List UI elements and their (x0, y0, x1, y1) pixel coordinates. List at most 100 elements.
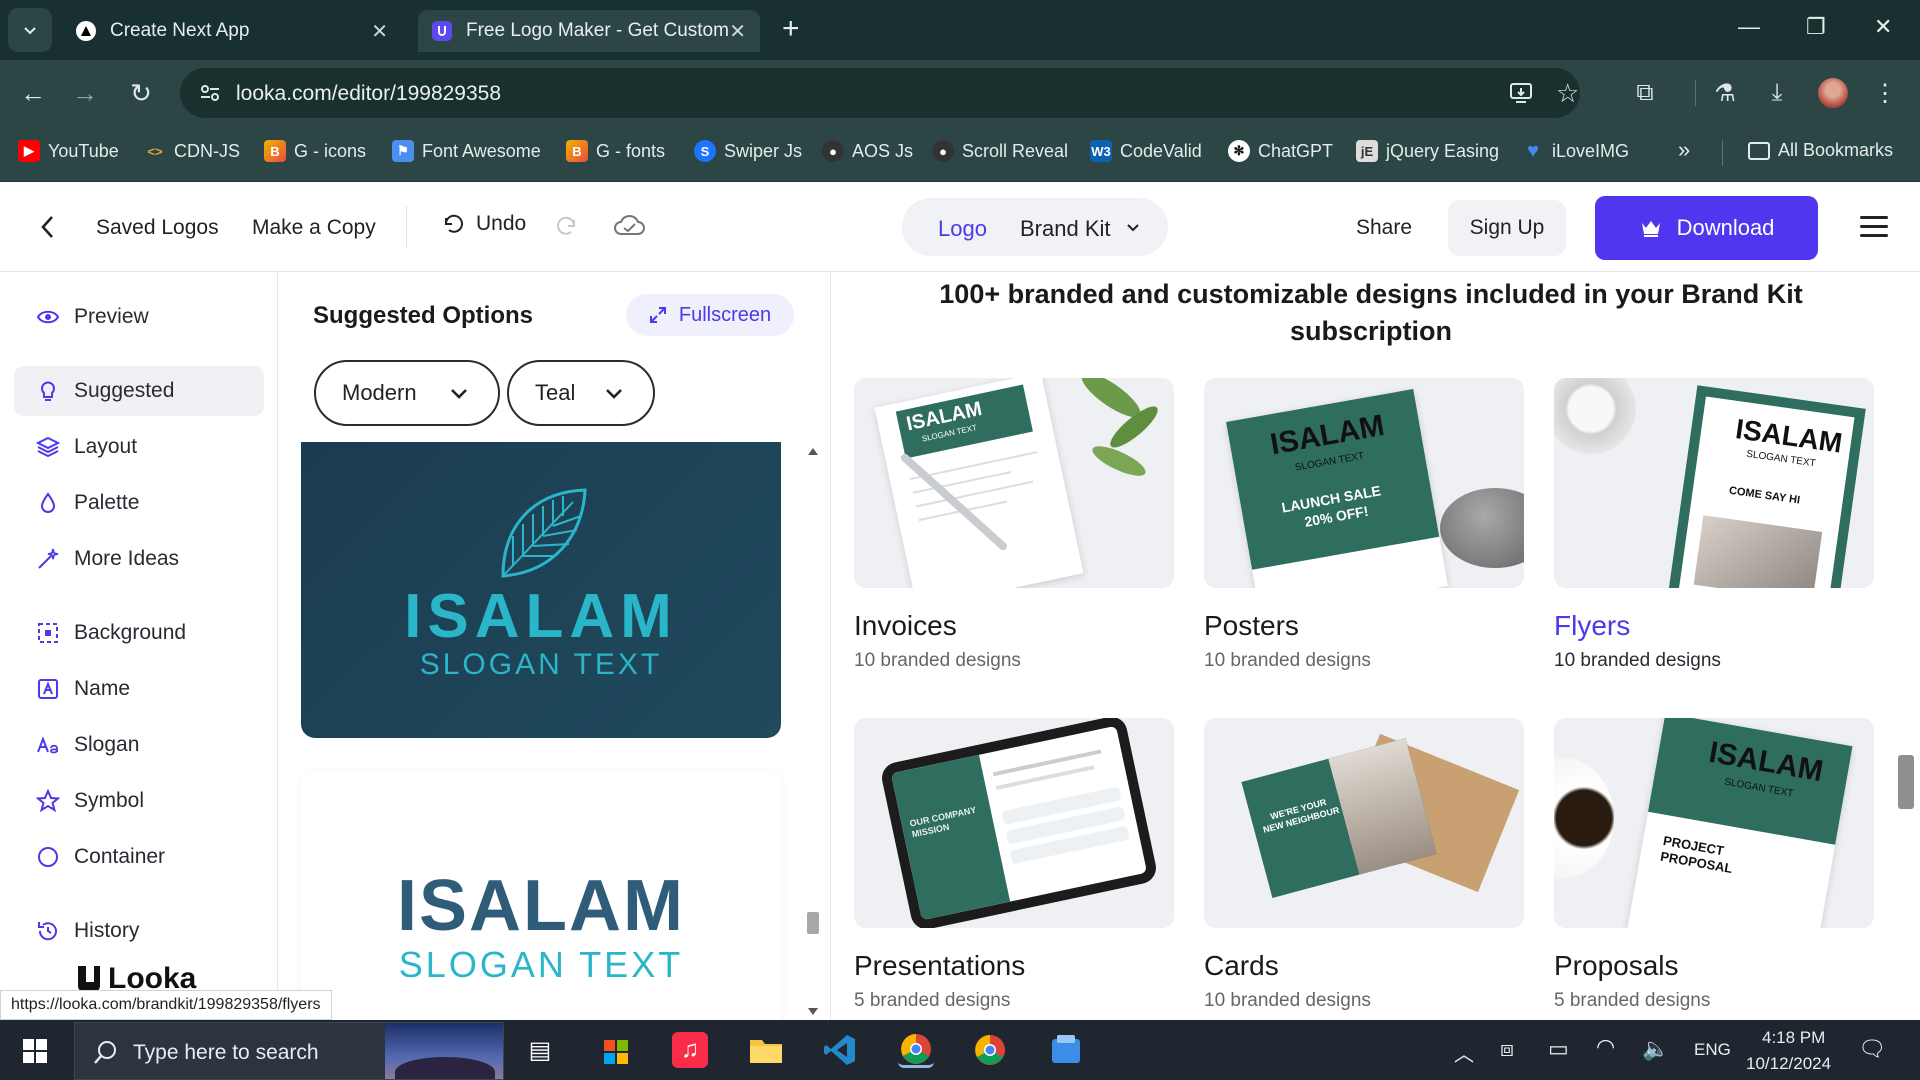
all-bookmarks[interactable]: All Bookmarks (1748, 140, 1893, 161)
tray-chevron-up-icon[interactable]: ︿ (1454, 1038, 1474, 1067)
color-dropdown[interactable]: Teal (507, 360, 655, 426)
clock-date[interactable]: 10/12/2024 (1746, 1054, 1831, 1074)
sidebar-item-history[interactable]: History (14, 906, 264, 956)
sign-up-button[interactable]: Sign Up (1448, 200, 1566, 256)
make-copy-link[interactable]: Make a Copy (252, 216, 376, 240)
site-info-icon[interactable] (198, 81, 222, 105)
minimize-icon[interactable]: — (1738, 14, 1760, 40)
tab-search-button[interactable] (8, 8, 52, 52)
page-scroll-thumb[interactable] (1898, 755, 1914, 809)
close-tab-icon[interactable]: ✕ (371, 19, 388, 44)
sidebar-item-more-ideas[interactable]: More Ideas (14, 534, 264, 584)
tile-title: Flyers (1554, 610, 1631, 641)
scroll-up-icon[interactable] (808, 448, 818, 455)
scroll-down-icon[interactable] (808, 1008, 818, 1015)
install-app-icon[interactable] (1508, 80, 1534, 106)
bookmark-swiper-js[interactable]: S Swiper Js (694, 140, 802, 162)
back-icon[interactable]: ← (18, 78, 48, 108)
folder-icon (1748, 141, 1770, 160)
bookmark-iloveimg[interactable]: ♥ iLoveIMG (1522, 140, 1629, 162)
sidebar-item-container[interactable]: Container (14, 832, 264, 882)
bookmark-font-awesome[interactable]: ⚑ Font Awesome (392, 140, 541, 162)
panel-scrollbar[interactable] (803, 442, 823, 1020)
redo-icon[interactable] (556, 214, 580, 238)
tile-proposals[interactable]: ISALAM SLOGAN TEXT PROJECT PROPOSAL Prop… (1554, 718, 1874, 1012)
download-button[interactable]: Download (1595, 196, 1818, 260)
chrome-profile-icon[interactable] (898, 1032, 934, 1068)
battery-icon[interactable]: ▭ (1548, 1036, 1569, 1062)
fullscreen-button[interactable]: Fullscreen (626, 294, 794, 336)
close-tab-icon[interactable]: ✕ (729, 19, 746, 44)
saved-logos-link[interactable]: Saved Logos (96, 216, 219, 240)
labs-icon[interactable]: ⚗ (1710, 78, 1740, 108)
chevron-down-icon[interactable] (1126, 222, 1140, 234)
tile-flyers[interactable]: ISALAM SLOGAN TEXT COME SAY HI Flyers 10… (1554, 378, 1874, 672)
wifi-icon[interactable]: ◠ (1596, 1034, 1615, 1060)
file-explorer-icon[interactable] (748, 1032, 784, 1068)
language-indicator[interactable]: ENG (1694, 1040, 1731, 1060)
microsoft-store-icon[interactable] (598, 1032, 634, 1068)
logo-mode-tab[interactable]: Logo (938, 216, 987, 242)
sidebar-item-preview[interactable]: Preview (14, 292, 264, 342)
volume-icon[interactable]: 🔈 (1642, 1036, 1669, 1062)
more-bookmarks-icon[interactable]: » (1678, 137, 1690, 163)
music-app-icon[interactable]: ♫ (672, 1032, 708, 1068)
logo-option-card[interactable]: ISALAM SLOGAN TEXT (301, 442, 781, 738)
task-view-icon[interactable]: ▤ (522, 1032, 558, 1068)
tile-invoices[interactable]: ISALAM SLOGAN TEXT Invoices 10 branded d… (854, 378, 1174, 672)
sidebar-item-suggested[interactable]: Suggested (14, 366, 264, 416)
style-dropdown[interactable]: Modern (314, 360, 500, 426)
sidebar-item-slogan[interactable]: Slogan (14, 720, 264, 770)
extensions-icon[interactable]: ⧉ (1630, 78, 1660, 108)
leaf-symbol-icon (501, 488, 587, 578)
tray-app-icon[interactable]: ⧈ (1500, 1036, 1514, 1062)
bookmark-star-icon[interactable]: ☆ (1556, 78, 1579, 109)
windows-start-icon[interactable] (22, 1038, 48, 1064)
scroll-thumb[interactable] (807, 912, 819, 934)
bookmark-chatgpt[interactable]: ✻ ChatGPT (1228, 140, 1333, 162)
tile-cards[interactable]: WE'RE YOUR NEW NEIGHBOUR Cards 10 brande… (1204, 718, 1524, 1012)
logo-option-card[interactable]: ISALAM SLOGAN TEXT (301, 772, 781, 1020)
tab-looka[interactable]: Free Logo Maker - Get Custom ✕ (418, 10, 760, 52)
sidebar-item-background[interactable]: Background (14, 608, 264, 658)
restore-icon[interactable]: ❐ (1806, 14, 1826, 40)
tab-create-next-app[interactable]: Create Next App ✕ (62, 10, 402, 52)
bookmark-g-icons[interactable]: BG - icons (264, 140, 366, 162)
sidebar-item-symbol[interactable]: Symbol (14, 776, 264, 826)
bookmark-youtube[interactable]: ▶ YouTube (18, 140, 119, 162)
chrome-icon[interactable] (972, 1032, 1008, 1068)
search-highlight-image (385, 1023, 503, 1079)
clock-time[interactable]: 4:18 PM (1762, 1028, 1825, 1048)
vscode-icon[interactable] (822, 1032, 858, 1068)
app-icon[interactable] (1048, 1032, 1084, 1068)
new-tab-icon[interactable]: + (782, 14, 800, 44)
tab-title: Free Logo Maker - Get Custom (466, 20, 729, 41)
taskbar-search-box[interactable]: Type here to search (74, 1022, 504, 1080)
browser-menu-icon[interactable]: ⋮ (1870, 78, 1900, 108)
youtube-icon: ▶ (18, 140, 40, 162)
bookmark-codevalid[interactable]: W3 CodeValid (1090, 140, 1202, 162)
tile-presentations[interactable]: OUR COMPANY MISSION Presentations 5 bran… (854, 718, 1174, 1012)
notifications-icon[interactable]: 🗨 (1858, 1036, 1886, 1062)
bookmark-jquery-easing[interactable]: jE jQuery Easing (1356, 140, 1499, 162)
bookmark-cdn-js[interactable]: <> CDN-JS (144, 140, 240, 162)
sidebar-item-layout[interactable]: Layout (14, 422, 264, 472)
bookmark-g-fonts[interactable]: BG - fonts (566, 140, 665, 162)
address-bar[interactable]: looka.com/editor/199829358 ☆ (180, 68, 1580, 118)
main-menu-icon[interactable] (1860, 216, 1888, 238)
reload-icon[interactable]: ↻ (126, 78, 156, 108)
forward-icon[interactable]: → (70, 78, 100, 108)
sidebar-item-palette[interactable]: Palette (14, 478, 264, 528)
profile-avatar[interactable] (1818, 78, 1848, 108)
undo-button[interactable]: Undo (440, 212, 526, 236)
downloads-icon[interactable]: ⤓ (1762, 78, 1792, 108)
tile-posters[interactable]: ISALAM SLOGAN TEXT LAUNCH SALE 20% OFF! … (1204, 378, 1524, 672)
sidebar-item-name[interactable]: Name (14, 664, 264, 714)
bookmark-aos-js[interactable]: ● AOS Js (822, 140, 913, 162)
tile-title: Presentations (854, 950, 1026, 981)
share-button[interactable]: Share (1356, 216, 1412, 240)
close-window-icon[interactable]: ✕ (1874, 14, 1892, 40)
bookmark-scroll-reveal[interactable]: ● Scroll Reveal (932, 140, 1068, 162)
brand-kit-mode-tab[interactable]: Brand Kit (1020, 216, 1111, 242)
back-arrow-icon[interactable] (38, 214, 58, 240)
